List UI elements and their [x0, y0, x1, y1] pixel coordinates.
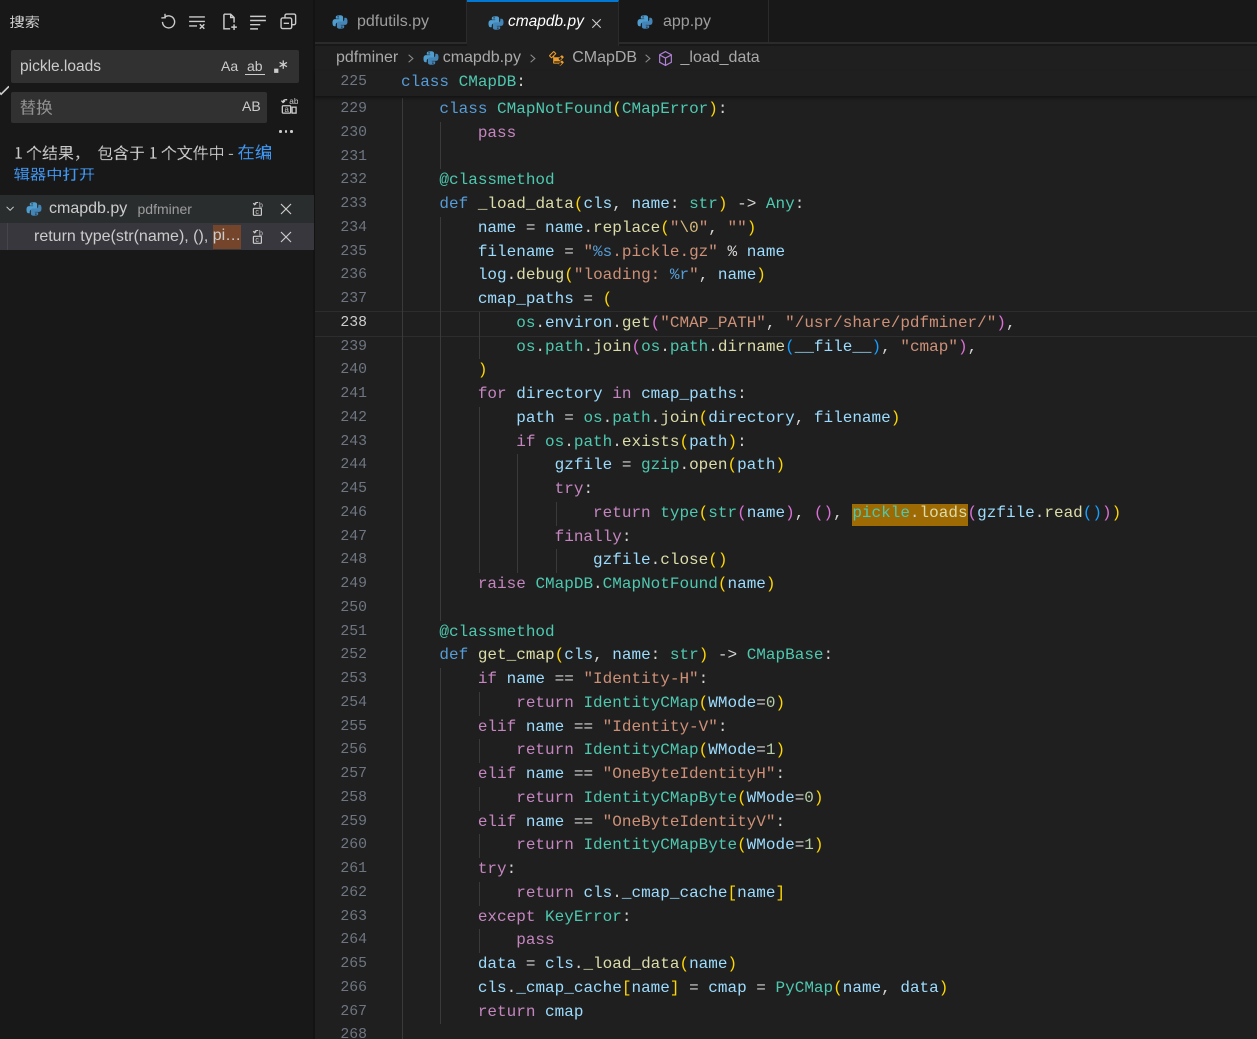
svg-text:c: c [255, 237, 259, 244]
svg-text:a: a [284, 105, 289, 114]
svg-text:ab: ab [289, 96, 298, 106]
svg-text:c: c [255, 209, 259, 216]
